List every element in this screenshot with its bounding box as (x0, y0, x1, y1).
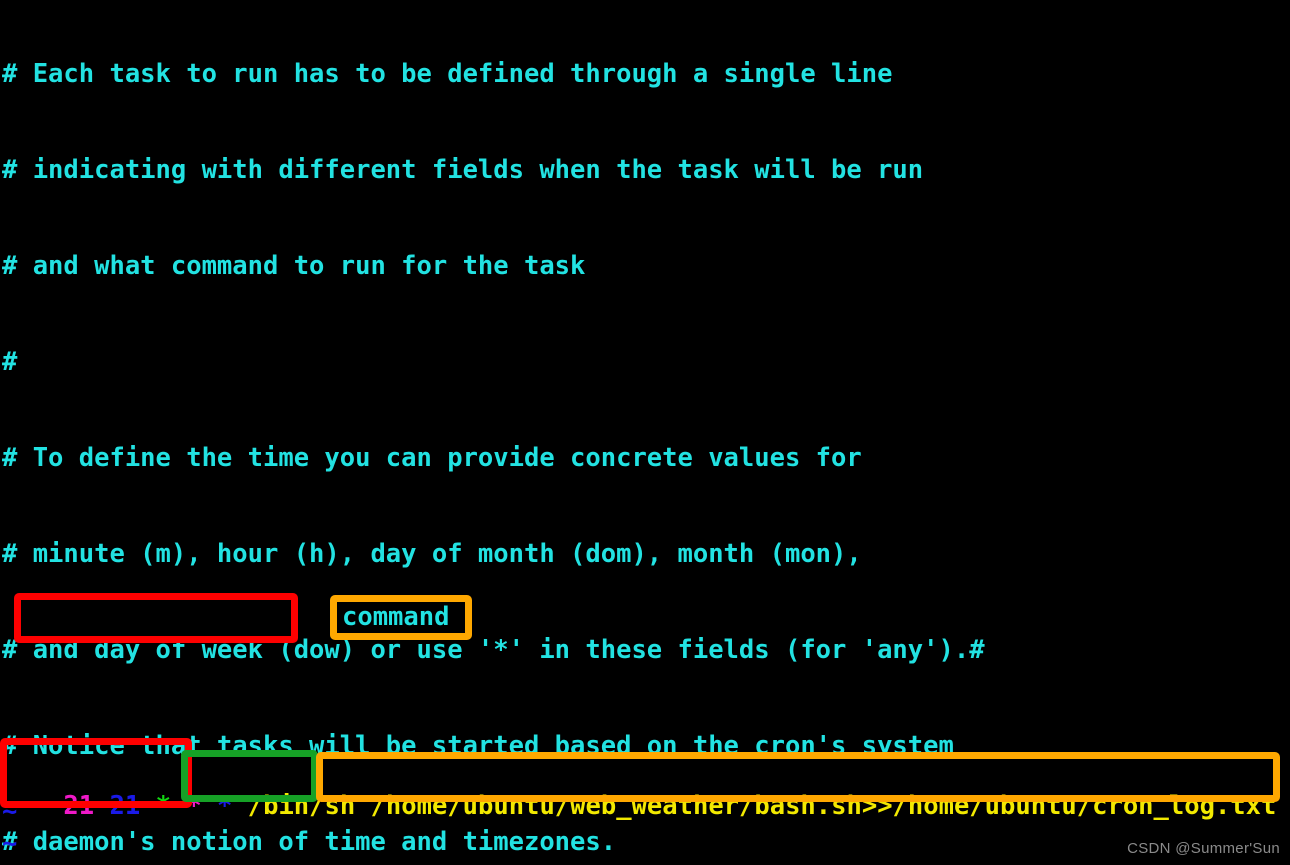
command-column-label: command (342, 602, 450, 632)
cron-day-of-week-field: * (217, 791, 233, 821)
terminal-screen: # Each task to run has to be defined thr… (0, 0, 1290, 865)
cron-minute-field: 21 (63, 791, 95, 821)
watermark: CSDN @Summer'Sun (1127, 840, 1280, 857)
terminal-line: # daemon's notion of time and timezones. (2, 827, 617, 857)
terminal-line: # Each task to run has to be defined thr… (2, 59, 893, 89)
terminal-line: # and what command to run for the task (2, 251, 586, 281)
cron-month-field: * (186, 791, 202, 821)
terminal-line: # minute (m), hour (h), day of month (do… (2, 539, 862, 569)
cron-day-of-month-field: * (155, 791, 171, 821)
cron-shell-path: /bin/sh (247, 791, 356, 821)
terminal-line: # To define the time you can provide con… (2, 443, 862, 473)
terminal-line: # (2, 347, 18, 377)
terminal-text-body: # Each task to run has to be defined thr… (0, 0, 1290, 865)
terminal-line: # indicating with different fields when … (2, 155, 924, 185)
cron-hour-field: 21 (109, 791, 141, 821)
cron-command-text: /home/ubuntu/web_weather/bash.sh>>/home/… (370, 791, 1277, 821)
active-cron-job-line: 21 21 * * * /bin/sh /home/ubuntu/web_wea… (2, 758, 1288, 821)
terminal-line: # and day of week (dow) or use '*' in th… (2, 635, 985, 665)
